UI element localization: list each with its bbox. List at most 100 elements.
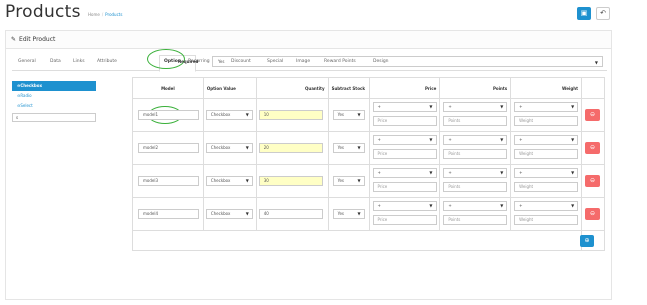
weight-prefix-select[interactable]: + ▼ <box>514 201 579 211</box>
remove-option-value-button[interactable]: ⊖ <box>585 175 600 187</box>
price-cell: + ▼ Price <box>368 164 441 198</box>
subtract-select[interactable]: Yes ▼ <box>332 110 365 120</box>
tab-data[interactable]: Data <box>50 59 61 64</box>
model-input[interactable]: model1 <box>138 110 199 120</box>
back-icon: ↶ <box>600 9 606 17</box>
subtract-select[interactable]: Yes ▼ <box>332 209 365 219</box>
points-input[interactable]: Points <box>443 116 508 126</box>
points-prefix-select[interactable]: + ▼ <box>443 135 508 145</box>
price-prefix-text: + <box>377 170 381 175</box>
chevron-down-icon: ▼ <box>357 211 361 216</box>
option-value-select[interactable]: Checkbox ▼ <box>205 143 253 153</box>
required-row: Required Yes ▼ <box>130 56 607 68</box>
price-prefix-select[interactable]: + ▼ <box>372 168 437 178</box>
option-search-input[interactable]: s <box>12 113 96 122</box>
sidebar-item-select[interactable]: ⊖Select <box>12 101 96 111</box>
price-cell: + ▼ Price <box>368 197 441 231</box>
pencil-icon: ✎ <box>11 36 17 43</box>
model-cell: model3 <box>132 164 204 198</box>
price-prefix-select[interactable]: + ▼ <box>372 135 437 145</box>
subtract-text: Yes <box>337 145 345 150</box>
quantity-input[interactable]: 20 <box>258 143 323 153</box>
sidebar-item-radio[interactable]: ⊖Radio <box>12 91 96 101</box>
remove-option-value-button[interactable]: ⊖ <box>585 109 600 121</box>
weight-input[interactable]: Weight <box>514 116 579 126</box>
quantity-input[interactable]: 30 <box>258 176 323 186</box>
option-value-text: Checkbox <box>210 178 231 183</box>
tab-general[interactable]: General <box>18 59 36 64</box>
quantity-cell: 40 <box>255 197 329 231</box>
chevron-down-icon: ▼ <box>429 104 433 109</box>
weight-prefix-select[interactable]: + ▼ <box>514 135 579 145</box>
option-value-cell: Checkbox ▼ <box>202 197 257 231</box>
breadcrumb-products[interactable]: Products <box>105 12 122 17</box>
option-value-select[interactable]: Checkbox ▼ <box>205 176 253 186</box>
option-value-select[interactable]: Checkbox ▼ <box>205 110 253 120</box>
sidebar-item-checkbox[interactable]: ⊖Checkbox <box>12 81 96 91</box>
sidebar-item-label: Checkbox <box>20 83 43 88</box>
tab-links[interactable]: Links <box>73 59 85 64</box>
remove-option-value-button[interactable]: ⊖ <box>585 142 600 154</box>
quantity-input[interactable]: 40 <box>258 209 323 219</box>
option-value-select[interactable]: Checkbox ▼ <box>205 209 253 219</box>
subtract-text: Yes <box>337 211 345 216</box>
chevron-down-icon: ▼ <box>245 112 249 117</box>
add-option-value-button[interactable]: ⊕ <box>580 235 594 247</box>
quantity-cell: 30 <box>255 164 329 198</box>
price-input[interactable]: Price <box>372 116 437 126</box>
panel-heading: ✎ Edit Product <box>6 31 611 49</box>
save-button[interactable]: ▣ <box>577 7 591 20</box>
points-cell: + ▼ Points <box>439 164 512 198</box>
points-prefix-select[interactable]: + ▼ <box>443 201 508 211</box>
option-value-text: Checkbox <box>210 211 231 216</box>
weight-input[interactable]: Weight <box>514 182 579 192</box>
subtract-text: Yes <box>337 178 345 183</box>
required-label: Required <box>178 59 199 64</box>
col-option-value: Option Value <box>202 77 257 99</box>
model-cell: model4 <box>132 197 204 231</box>
action-cell: ⊖ <box>581 197 605 231</box>
model-input[interactable]: model4 <box>138 209 199 219</box>
subtract-text: Yes <box>337 112 345 117</box>
breadcrumb: Home / Products <box>88 12 123 17</box>
minus-circle-icon: ⊖ <box>589 177 596 184</box>
price-input[interactable]: Price <box>372 149 437 159</box>
weight-prefix-select[interactable]: + ▼ <box>514 168 579 178</box>
price-prefix-select[interactable]: + ▼ <box>372 102 437 112</box>
weight-prefix-select[interactable]: + ▼ <box>514 102 579 112</box>
model-input[interactable]: model3 <box>138 176 199 186</box>
tab-attribute[interactable]: Attribute <box>97 59 117 64</box>
subtract-cell: Yes ▼ <box>327 164 370 198</box>
quantity-input[interactable]: 10 <box>258 110 323 120</box>
col-model: Model <box>132 77 204 99</box>
col-action <box>581 77 605 99</box>
back-button[interactable]: ↶ <box>596 7 610 20</box>
required-select-value: Yes <box>218 59 225 64</box>
points-input[interactable]: Points <box>443 215 508 225</box>
minus-circle-icon: ⊖ <box>589 111 596 118</box>
chevron-down-icon: ▼ <box>357 145 361 150</box>
model-input[interactable]: model2 <box>138 143 199 153</box>
points-input[interactable]: Points <box>443 149 508 159</box>
action-cell: ⊖ <box>581 164 605 198</box>
remove-option-value-button[interactable]: ⊖ <box>585 208 600 220</box>
page-title: Products <box>5 2 81 22</box>
points-prefix-select[interactable]: + ▼ <box>443 102 508 112</box>
price-input[interactable]: Price <box>372 182 437 192</box>
weight-input[interactable]: Weight <box>514 149 579 159</box>
points-input[interactable]: Points <box>443 182 508 192</box>
price-prefix-select[interactable]: + ▼ <box>372 201 437 211</box>
price-prefix-text: + <box>377 137 381 142</box>
weight-cell: + ▼ Weight <box>510 131 582 165</box>
weight-cell: + ▼ Weight <box>510 197 582 231</box>
breadcrumb-home[interactable]: Home <box>88 12 100 17</box>
points-prefix-select[interactable]: + ▼ <box>443 168 508 178</box>
subtract-select[interactable]: Yes ▼ <box>332 143 365 153</box>
required-select[interactable]: Yes ▼ <box>212 56 603 67</box>
subtract-select[interactable]: Yes ▼ <box>332 176 365 186</box>
price-input[interactable]: Price <box>372 215 437 225</box>
weight-input[interactable]: Weight <box>514 215 579 225</box>
action-cell: ⊖ <box>581 131 605 165</box>
model-cell: model2 <box>132 131 204 165</box>
plus-circle-icon: ⊕ <box>584 237 590 244</box>
